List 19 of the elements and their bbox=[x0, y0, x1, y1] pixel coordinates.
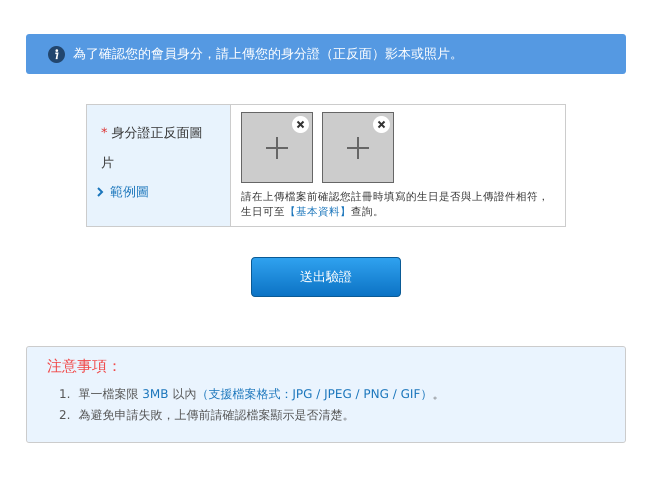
upload-slot[interactable] bbox=[322, 112, 394, 183]
close-icon[interactable] bbox=[292, 116, 309, 133]
note-text: 單一檔案限 3MB 以內（支援檔案格式：JPG / JPEG / PNG / GIF）。 bbox=[78, 386, 444, 403]
item-number: 1. bbox=[59, 386, 70, 403]
chevron-icon bbox=[97, 187, 104, 197]
submit-button[interactable]: 送出驗證 bbox=[251, 257, 401, 297]
close-icon[interactable] bbox=[373, 116, 390, 133]
upload-hint: 請在上傳檔案前確認您註冊時填寫的生日是否與上傳證件相符，生日可至【基本資料】查詢。 bbox=[241, 190, 550, 220]
banner-text: 為了確認您的會員身分，請上傳您的身分證（正反面）影本或照片。 bbox=[73, 46, 463, 63]
upload-slot[interactable] bbox=[241, 112, 313, 183]
plus-icon bbox=[266, 136, 288, 158]
plus-icon bbox=[347, 136, 369, 158]
profile-link[interactable]: 【基本資料】 bbox=[285, 206, 351, 218]
example-link[interactable]: 範例圖 bbox=[97, 183, 222, 201]
item-number: 2. bbox=[59, 407, 70, 424]
note-text: 為避免申請失敗，上傳前請確認檔案顯示是否清楚。 bbox=[78, 407, 354, 424]
info-icon bbox=[48, 46, 65, 62]
field-label: * 身分證正反面圖片 bbox=[100, 125, 204, 173]
notes-title: 注意事項： bbox=[47, 357, 123, 376]
